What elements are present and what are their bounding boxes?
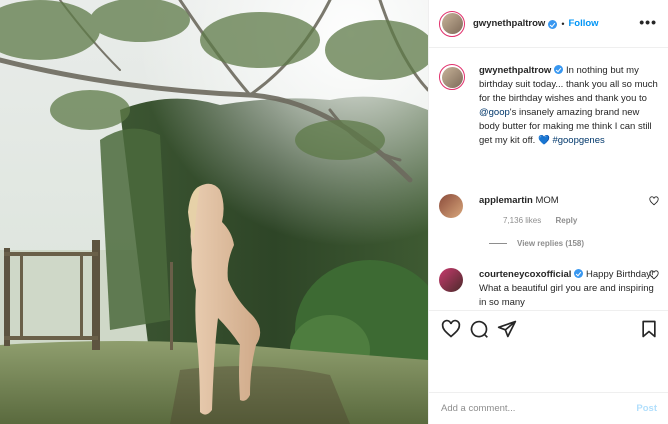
commenter-avatar[interactable] bbox=[439, 268, 463, 292]
verified-badge-icon bbox=[554, 65, 564, 74]
bookmark-icon[interactable] bbox=[639, 319, 659, 339]
comment-username[interactable]: applemartin bbox=[479, 195, 533, 206]
blue-heart-emoji: 💙 bbox=[537, 135, 550, 146]
view-replies-label: View replies (158) bbox=[517, 239, 584, 248]
post-photo[interactable] bbox=[0, 0, 428, 424]
comment-like-heart-icon[interactable] bbox=[649, 196, 659, 206]
comments-list[interactable]: gwynethpaltrow In nothing but my birthda… bbox=[429, 48, 668, 313]
author-avatar[interactable] bbox=[439, 10, 465, 37]
caption-author-avatar[interactable] bbox=[439, 64, 465, 90]
comment-item: applemartin MOM 7,136 likes Reply View r… bbox=[439, 194, 659, 248]
comment-likes[interactable]: 7,136 likes bbox=[503, 216, 541, 225]
post-header: gwynethpaltrow • Follow ••• bbox=[429, 0, 668, 48]
post-details-panel: gwynethpaltrow • Follow ••• gwynethpaltr… bbox=[428, 0, 668, 424]
add-comment-input[interactable] bbox=[441, 403, 637, 414]
post-photo-image bbox=[0, 0, 428, 424]
view-replies-button[interactable]: View replies (158) bbox=[489, 239, 659, 248]
verified-badge-icon bbox=[548, 20, 558, 29]
more-options-icon[interactable]: ••• bbox=[639, 15, 657, 29]
comment-text: MOM bbox=[535, 195, 559, 206]
comment-item: courteneycoxofficial Happy Birthday! Wha… bbox=[439, 268, 659, 310]
caption-mention-link[interactable]: @goop bbox=[479, 107, 510, 118]
divider-line bbox=[489, 243, 507, 244]
verified-badge-icon bbox=[574, 269, 584, 278]
caption-hashtag-link[interactable]: #goopgenes bbox=[552, 135, 604, 146]
comment-like-heart-icon[interactable] bbox=[649, 270, 659, 280]
reply-button[interactable]: Reply bbox=[555, 216, 577, 225]
add-comment-bar: Post bbox=[429, 392, 668, 424]
heart-icon[interactable] bbox=[441, 319, 461, 339]
follow-button[interactable]: Follow bbox=[568, 18, 598, 29]
post-actions-bar bbox=[429, 310, 668, 348]
instagram-post-window: gwynethpaltrow • Follow ••• gwynethpaltr… bbox=[0, 0, 668, 424]
comment-username[interactable]: courteneycoxofficial bbox=[479, 269, 571, 280]
post-comment-button[interactable]: Post bbox=[636, 403, 657, 414]
comment-bubble-icon[interactable] bbox=[469, 319, 489, 339]
caption-username[interactable]: gwynethpaltrow bbox=[479, 65, 551, 76]
separator-dot: • bbox=[561, 18, 565, 29]
commenter-avatar[interactable] bbox=[439, 194, 463, 218]
author-username[interactable]: gwynethpaltrow bbox=[473, 18, 545, 29]
paper-plane-icon[interactable] bbox=[497, 319, 517, 339]
post-caption: gwynethpaltrow In nothing but my birthda… bbox=[439, 64, 659, 148]
